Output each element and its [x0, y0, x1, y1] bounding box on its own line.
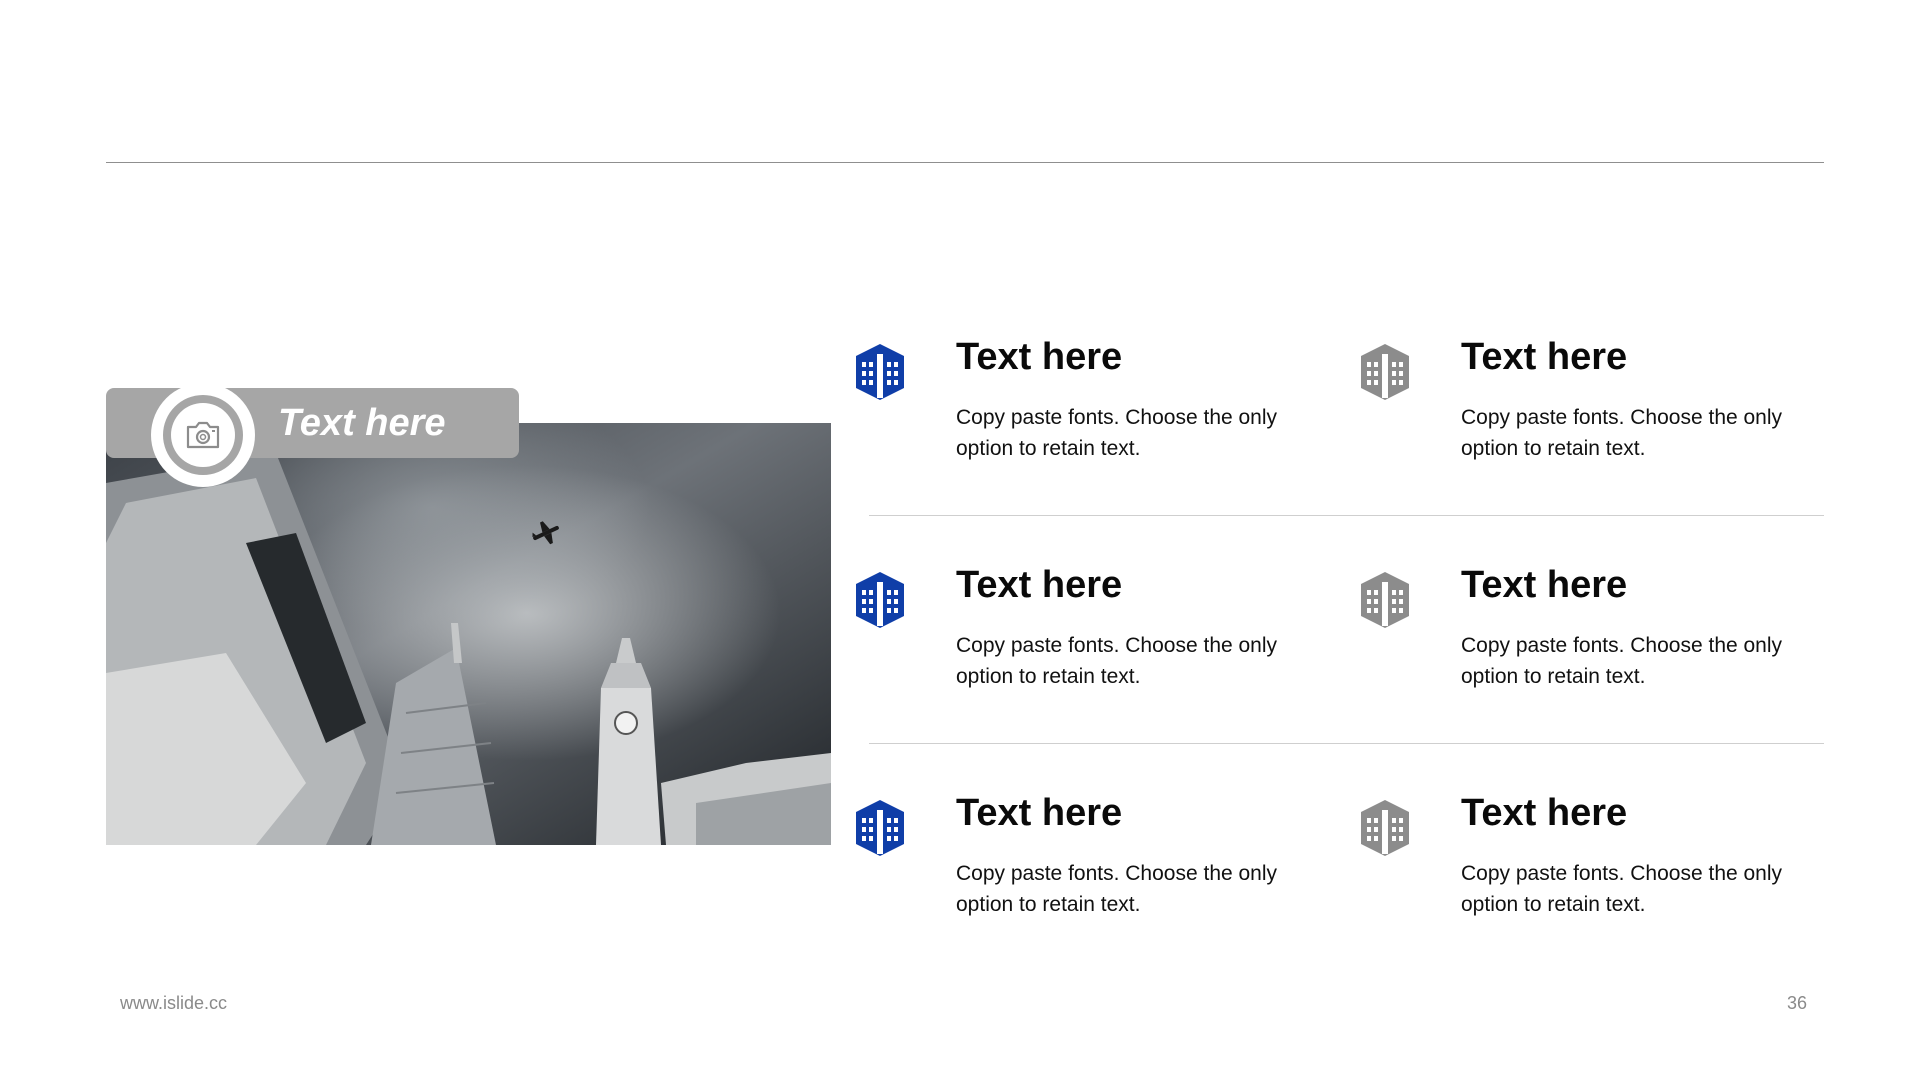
- building-icon: [848, 344, 912, 400]
- building-icon: [848, 800, 912, 856]
- feature-description: Copy paste fonts. Choose the only option…: [1461, 634, 1783, 688]
- feature-title: Text here: [1461, 564, 1628, 606]
- camera-badge-inner: [171, 403, 235, 467]
- feature-title: Text here: [1461, 336, 1628, 378]
- feature-title: Text here: [956, 564, 1123, 606]
- feature-description: Copy paste fonts. Choose the only option…: [956, 862, 1278, 916]
- feature-description: Copy paste fonts. Choose the only option…: [956, 406, 1278, 460]
- page-number: 36: [1786, 993, 1807, 1013]
- feature-description: Copy paste fonts. Choose the only option…: [1461, 406, 1783, 460]
- camera-badge-ring: [163, 395, 243, 475]
- row-divider-1: [869, 515, 1824, 516]
- building-icon: [1353, 344, 1417, 400]
- building-icon: [1353, 800, 1417, 856]
- building-icon: [1353, 572, 1417, 628]
- building-icon: [848, 572, 912, 628]
- city-photo: [106, 423, 831, 845]
- row-divider-2: [869, 743, 1824, 744]
- camera-badge: [151, 383, 255, 487]
- feature-title: Text here: [1461, 792, 1628, 834]
- photo-label-text: Text here: [278, 402, 446, 444]
- camera-icon: [186, 421, 220, 449]
- feature-description: Copy paste fonts. Choose the only option…: [956, 634, 1278, 688]
- footer-url: www.islide.cc: [120, 993, 228, 1013]
- feature-title: Text here: [956, 336, 1123, 378]
- feature-title: Text here: [956, 792, 1123, 834]
- feature-description: Copy paste fonts. Choose the only option…: [1461, 862, 1783, 916]
- header-divider: [106, 162, 1824, 163]
